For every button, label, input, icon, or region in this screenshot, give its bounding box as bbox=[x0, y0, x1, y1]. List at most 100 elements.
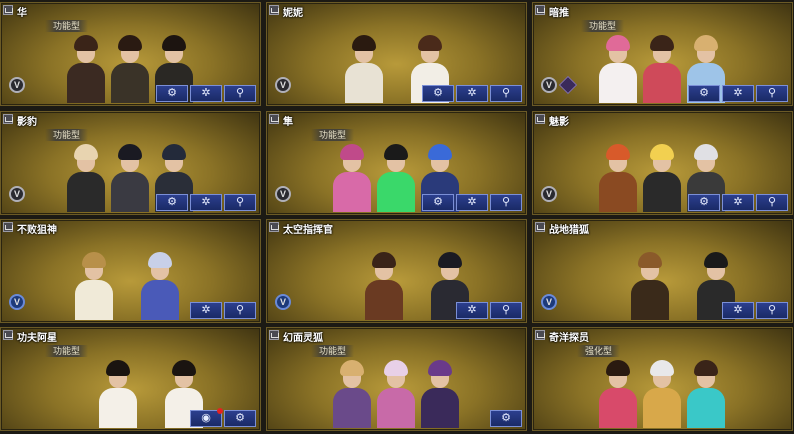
gear-button[interactable]: ✲ bbox=[190, 85, 222, 102]
character-card[interactable]: 不败狙神 V ✲ ⚲ bbox=[0, 219, 261, 323]
notification-dot bbox=[217, 408, 223, 414]
wrench-gear-icon: ⚙ bbox=[167, 87, 177, 99]
character-portraits bbox=[629, 234, 737, 320]
card-actions: ✲ ⚲ bbox=[456, 302, 522, 319]
gear-button[interactable]: ✲ bbox=[190, 302, 222, 319]
search-button[interactable]: ⚲ bbox=[490, 85, 522, 102]
card-title: 奇洋探员 bbox=[549, 333, 589, 344]
version-icon: V bbox=[9, 186, 25, 202]
card-actions: ⚙ ✲ ⚲ bbox=[422, 85, 522, 102]
search-button[interactable]: ⚲ bbox=[490, 194, 522, 211]
gear-icon: ✲ bbox=[201, 304, 211, 316]
gear-button[interactable]: ✲ bbox=[456, 302, 488, 319]
character-card[interactable]: 幻面灵狐 功能型 ⚙ bbox=[266, 327, 527, 431]
card-title: 魅影 bbox=[549, 117, 569, 128]
character-portraits bbox=[363, 234, 471, 320]
rank-icon bbox=[535, 222, 545, 232]
character-card[interactable]: 华功能型 V ⚙ ✲ ⚲ bbox=[0, 2, 261, 106]
character-card[interactable]: 奇洋探员 强化型 bbox=[532, 327, 793, 431]
search-button[interactable]: ⚲ bbox=[756, 85, 788, 102]
search-button[interactable]: ⚲ bbox=[756, 194, 788, 211]
character-portraits bbox=[597, 342, 727, 428]
character-portrait bbox=[375, 356, 417, 428]
search-button[interactable]: ⚲ bbox=[490, 302, 522, 319]
eye-button[interactable]: ◉ bbox=[190, 408, 223, 427]
search-icon: ⚲ bbox=[235, 87, 245, 99]
gear-icon: ✲ bbox=[733, 196, 743, 208]
wrench-gear-icon: ⚙ bbox=[433, 87, 443, 99]
gear-button[interactable]: ✲ bbox=[456, 85, 488, 102]
wrench-gear-button[interactable]: ⚙ bbox=[156, 194, 188, 211]
type-tag: 功能型 bbox=[45, 345, 89, 357]
character-card[interactable]: 功夫阿星 功能型 ◉ ⚙ bbox=[0, 327, 261, 431]
rank-icon bbox=[269, 5, 279, 15]
wrench-gear-button[interactable]: ⚙ bbox=[688, 194, 720, 211]
search-icon: ⚲ bbox=[767, 304, 777, 316]
gear-button[interactable]: ✲ bbox=[722, 194, 754, 211]
gear-button[interactable]: ✲ bbox=[190, 194, 222, 211]
search-button[interactable]: ⚲ bbox=[224, 302, 256, 319]
character-portrait bbox=[73, 248, 115, 320]
gear-button[interactable]: ✲ bbox=[722, 85, 754, 102]
wrench-gear-button[interactable]: ⚙ bbox=[156, 85, 188, 102]
gear-button[interactable]: ✲ bbox=[456, 194, 488, 211]
wrench-gear-icon: ⚙ bbox=[699, 87, 709, 99]
card-title: 战地猎狐 bbox=[549, 225, 589, 236]
character-portraits bbox=[73, 234, 181, 320]
character-grid: 华功能型 V ⚙ ✲ ⚲ 妮妮 V ⚙ ✲ ⚲ 暗推 功能型 V ⚙ ✲ ⚲ 影豹 功能型 V ⚙ ✲ ⚲ 隼功能型 V ⚙ ✲ ⚲… bbox=[0, 0, 794, 434]
wrench-gear-button[interactable]: ⚙ bbox=[224, 410, 256, 427]
wrench-gear-button[interactable]: ⚙ bbox=[490, 410, 522, 427]
character-portrait bbox=[685, 356, 727, 428]
character-card[interactable]: 战地猎狐 V ✲ ⚲ bbox=[532, 219, 793, 323]
character-portrait bbox=[419, 356, 461, 428]
gear-icon: ✲ bbox=[467, 87, 477, 99]
version-icon: V bbox=[275, 77, 291, 93]
rank-icon bbox=[535, 114, 545, 124]
rank-icon bbox=[3, 5, 13, 15]
search-icon: ⚲ bbox=[235, 196, 245, 208]
rank-icon bbox=[3, 222, 13, 232]
card-actions: ⚙ ✲ ⚲ bbox=[422, 194, 522, 211]
gear-icon: ✲ bbox=[467, 304, 477, 316]
wrench-gear-icon: ⚙ bbox=[167, 196, 177, 208]
character-card[interactable]: 隼功能型 V ⚙ ✲ ⚲ bbox=[266, 111, 527, 215]
gear-icon: ✲ bbox=[733, 304, 743, 316]
version-icon: V bbox=[541, 186, 557, 202]
wrench-gear-icon: ⚙ bbox=[699, 196, 709, 208]
card-title: 影豹 bbox=[17, 117, 37, 128]
search-button[interactable]: ⚲ bbox=[224, 85, 256, 102]
rank-icon bbox=[269, 114, 279, 124]
version-icon: V bbox=[275, 186, 291, 202]
gear-button[interactable]: ✲ bbox=[722, 302, 754, 319]
card-actions: ⚙ bbox=[490, 410, 522, 427]
character-card[interactable]: 魅影 V ⚙ ✲ ⚲ bbox=[532, 111, 793, 215]
gear-icon: ✲ bbox=[201, 196, 211, 208]
character-card[interactable]: 太空指挥官 V ✲ ⚲ bbox=[266, 219, 527, 323]
eye-icon: ◉ bbox=[201, 412, 211, 424]
character-card[interactable]: 影豹 功能型 V ⚙ ✲ ⚲ bbox=[0, 111, 261, 215]
character-portrait bbox=[139, 248, 181, 320]
rank-icon bbox=[3, 114, 13, 124]
card-title: 隼 bbox=[283, 117, 293, 128]
character-portrait bbox=[65, 140, 107, 212]
search-button[interactable]: ⚲ bbox=[756, 302, 788, 319]
wrench-gear-icon: ⚙ bbox=[501, 412, 511, 424]
card-title: 太空指挥官 bbox=[283, 225, 333, 236]
character-portrait bbox=[331, 140, 373, 212]
search-button[interactable]: ⚲ bbox=[224, 194, 256, 211]
wrench-gear-button[interactable]: ⚙ bbox=[688, 85, 720, 102]
gear-icon: ✲ bbox=[733, 87, 743, 99]
card-actions: ◉ ⚙ bbox=[190, 408, 256, 427]
card-title: 妮妮 bbox=[283, 8, 303, 19]
character-portrait bbox=[343, 31, 385, 103]
card-actions: ⚙ ✲ ⚲ bbox=[156, 85, 256, 102]
character-portraits bbox=[97, 342, 205, 428]
character-card[interactable]: 暗推 功能型 V ⚙ ✲ ⚲ bbox=[532, 2, 793, 106]
tier-badge-icon bbox=[558, 75, 578, 95]
wrench-gear-button[interactable]: ⚙ bbox=[422, 85, 454, 102]
character-portrait bbox=[363, 248, 405, 320]
search-icon: ⚲ bbox=[767, 87, 777, 99]
character-portrait bbox=[629, 248, 671, 320]
wrench-gear-button[interactable]: ⚙ bbox=[422, 194, 454, 211]
character-card[interactable]: 妮妮 V ⚙ ✲ ⚲ bbox=[266, 2, 527, 106]
